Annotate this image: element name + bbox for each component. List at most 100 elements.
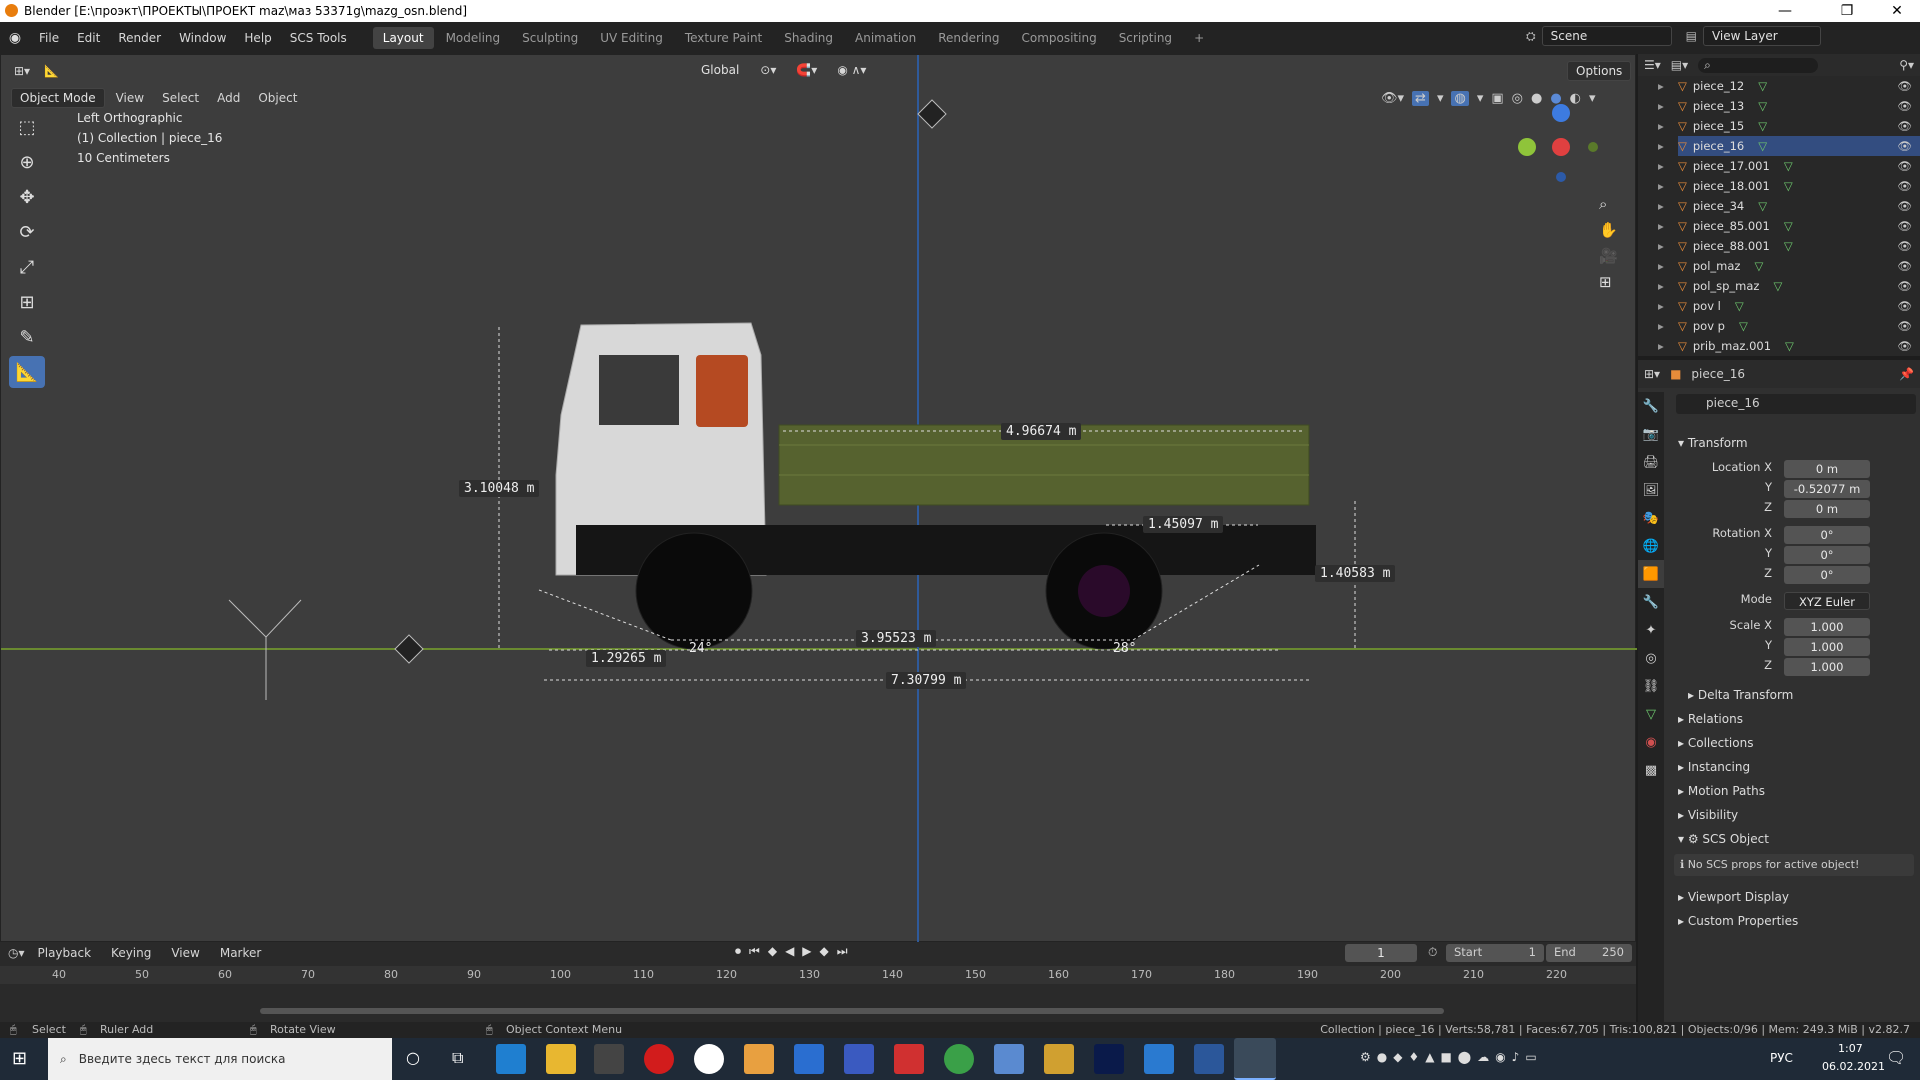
opera-icon[interactable] <box>644 1044 674 1074</box>
pin-icon[interactable]: 📌 <box>1899 367 1914 381</box>
scene-selector[interactable]: Scene <box>1541 26 1672 46</box>
tab-uv-editing[interactable]: UV Editing <box>590 27 673 49</box>
end-frame-field[interactable]: End 250 <box>1546 944 1632 962</box>
current-frame-field[interactable]: 1 <box>1345 944 1417 962</box>
eye-icon[interactable]: 👁 <box>1897 219 1912 233</box>
system-tray-icons[interactable]: ⚙●◆♦▲■⬤☁◉♪▭ <box>1360 1050 1543 1064</box>
outliner-item[interactable]: ▸ ▽ pov p ▽ 👁 <box>1658 316 1920 336</box>
prev-key-icon[interactable]: ◆ <box>768 944 777 959</box>
camera-icon[interactable]: 🎥 <box>1599 247 1618 265</box>
collections-panel[interactable]: ▸ Collections <box>1678 736 1753 750</box>
menu-file[interactable]: File <box>30 22 68 54</box>
expand-arrow-icon[interactable]: ▸ <box>1658 139 1664 153</box>
expand-arrow-icon[interactable]: ▸ <box>1658 339 1664 353</box>
outliner-item[interactable]: ▸ ▽ pov l ▽ 👁 <box>1658 296 1920 316</box>
location-x-field[interactable]: 0 m <box>1784 460 1870 478</box>
outliner-editor-icon[interactable]: ☰▾ <box>1644 58 1661 72</box>
scs-object-panel[interactable]: ▾ ⚙ SCS Object <box>1678 832 1769 846</box>
windows-start-icon[interactable]: ⊞ <box>12 1048 27 1069</box>
expand-arrow-icon[interactable]: ▸ <box>1658 299 1664 313</box>
photos-icon[interactable] <box>1144 1044 1174 1074</box>
eye-icon[interactable]: 👁 <box>1897 199 1912 213</box>
eye-icon[interactable]: 👁 <box>1897 159 1912 173</box>
outliner-item[interactable]: ▸ ▽ piece_17.001 ▽ 👁 <box>1658 156 1920 176</box>
blender-taskbar-icon[interactable] <box>1234 1038 1276 1080</box>
eye-icon[interactable]: 👁 <box>1897 319 1912 333</box>
grid-view-icon[interactable]: ⊞ <box>1599 273 1618 291</box>
eye-icon[interactable]: 👁 <box>1897 119 1912 133</box>
timeline-scrollbar[interactable] <box>260 1008 1444 1014</box>
expand-arrow-icon[interactable]: ▸ <box>1658 99 1664 113</box>
render-tab-icon[interactable]: 📷 <box>1638 420 1664 448</box>
maximize-button[interactable]: ❐ <box>1824 0 1870 22</box>
jump-start-icon[interactable]: ⏮ <box>749 944 760 959</box>
outliner-item[interactable]: ▸ ▽ piece_34 ▽ 👁 <box>1658 196 1920 216</box>
outliner-item[interactable]: ▸ ▽ piece_85.001 ▽ 👁 <box>1658 216 1920 236</box>
delta-transform-panel[interactable]: ▸ Delta Transform <box>1688 688 1793 702</box>
rotation-y-field[interactable]: 0° <box>1784 546 1870 564</box>
mail-icon[interactable] <box>794 1044 824 1074</box>
tab-compositing[interactable]: Compositing <box>1011 27 1106 49</box>
expand-arrow-icon[interactable]: ▸ <box>1658 159 1664 173</box>
expand-arrow-icon[interactable]: ▸ <box>1658 179 1664 193</box>
expand-arrow-icon[interactable]: ▸ <box>1658 259 1664 273</box>
eye-icon[interactable]: 👁 <box>1897 139 1912 153</box>
outliner-item[interactable]: ▸ ▽ piece_15 ▽ 👁 <box>1658 116 1920 136</box>
chrome-icon[interactable] <box>944 1044 974 1074</box>
outliner-search-icon[interactable]: ⌕ <box>1698 57 1819 73</box>
outliner-item[interactable]: ▸ ▽ pol_maz ▽ 👁 <box>1658 256 1920 276</box>
word-icon[interactable] <box>1194 1044 1224 1074</box>
menu-keying[interactable]: Keying <box>104 943 158 963</box>
play-icon[interactable]: ▶ <box>802 944 811 959</box>
explorer-icon[interactable] <box>546 1044 576 1074</box>
scale-x-field[interactable]: 1.000 <box>1784 618 1870 636</box>
expand-arrow-icon[interactable]: ▸ <box>1658 199 1664 213</box>
expand-arrow-icon[interactable]: ▸ <box>1658 79 1664 93</box>
eye-icon[interactable]: 👁 <box>1897 99 1912 113</box>
3d-viewport[interactable]: ⊞▾ 📐 Global ⊙▾ 🧲▾ ◉ ∧▾ Options Object Mo… <box>0 54 1637 943</box>
constraints-tab-icon[interactable]: ⛓ <box>1638 672 1664 700</box>
record-icon[interactable]: ⏺ <box>735 944 741 959</box>
eye-icon[interactable]: 👁 <box>1897 239 1912 253</box>
object-name-field[interactable]: piece_16 <box>1676 394 1916 414</box>
scale-y-field[interactable]: 1.000 <box>1784 638 1870 656</box>
expand-arrow-icon[interactable]: ▸ <box>1658 319 1664 333</box>
minimize-button[interactable]: — <box>1762 0 1808 22</box>
visibility-panel[interactable]: ▸ Visibility <box>1678 808 1738 822</box>
close-button[interactable]: ✕ <box>1874 0 1920 22</box>
eye-icon[interactable]: 👁 <box>1897 279 1912 293</box>
save-app-icon[interactable] <box>844 1044 874 1074</box>
outliner-item[interactable]: ▸ ▽ prib_maz.001 ▽ 👁 <box>1658 336 1920 356</box>
expand-arrow-icon[interactable]: ▸ <box>1658 239 1664 253</box>
cortana-icon[interactable]: ○ <box>406 1048 420 1067</box>
taskbar-search[interactable]: ⌕ Введите здесь текст для поиска <box>48 1038 392 1080</box>
properties-editor-icon[interactable]: ⊞▾ <box>1644 367 1660 381</box>
media-player-icon[interactable] <box>744 1044 774 1074</box>
eye-icon[interactable]: 👁 <box>1897 179 1912 193</box>
scale-z-field[interactable]: 1.000 <box>1784 658 1870 676</box>
tab-scripting[interactable]: Scripting <box>1109 27 1182 49</box>
menu-timeline-view[interactable]: View <box>164 943 206 963</box>
tab-layout[interactable]: Layout <box>372 27 434 49</box>
eye-icon[interactable]: 👁 <box>1897 259 1912 273</box>
edge-icon[interactable] <box>496 1044 526 1074</box>
rotation-mode-dropdown[interactable]: XYZ Euler <box>1784 592 1870 610</box>
tab-rendering[interactable]: Rendering <box>928 27 1009 49</box>
filter-icon[interactable]: ⚲▾ <box>1899 58 1914 72</box>
menu-scs-tools[interactable]: SCS Tools <box>281 22 356 54</box>
tab-animation[interactable]: Animation <box>845 27 926 49</box>
menu-edit[interactable]: Edit <box>68 22 109 54</box>
outliner-item[interactable]: ▸ ▽ piece_12 ▽ 👁 <box>1658 76 1920 96</box>
menu-window[interactable]: Window <box>170 22 235 54</box>
jump-end-icon[interactable]: ⏭ <box>837 944 848 959</box>
custom-properties-panel[interactable]: ▸ Custom Properties <box>1678 914 1798 928</box>
tab-texture-paint[interactable]: Texture Paint <box>675 27 772 49</box>
transform-panel-header[interactable]: ▾ Transform <box>1678 436 1748 450</box>
expand-arrow-icon[interactable]: ▸ <box>1658 279 1664 293</box>
eye-icon[interactable]: 👁 <box>1897 339 1912 353</box>
zoom-icon[interactable]: ⌕ <box>1599 195 1618 213</box>
gallery-icon[interactable] <box>1044 1044 1074 1074</box>
expand-arrow-icon[interactable]: ▸ <box>1658 219 1664 233</box>
tab-sculpting[interactable]: Sculpting <box>512 27 588 49</box>
add-workspace-button[interactable]: + <box>1184 27 1214 49</box>
